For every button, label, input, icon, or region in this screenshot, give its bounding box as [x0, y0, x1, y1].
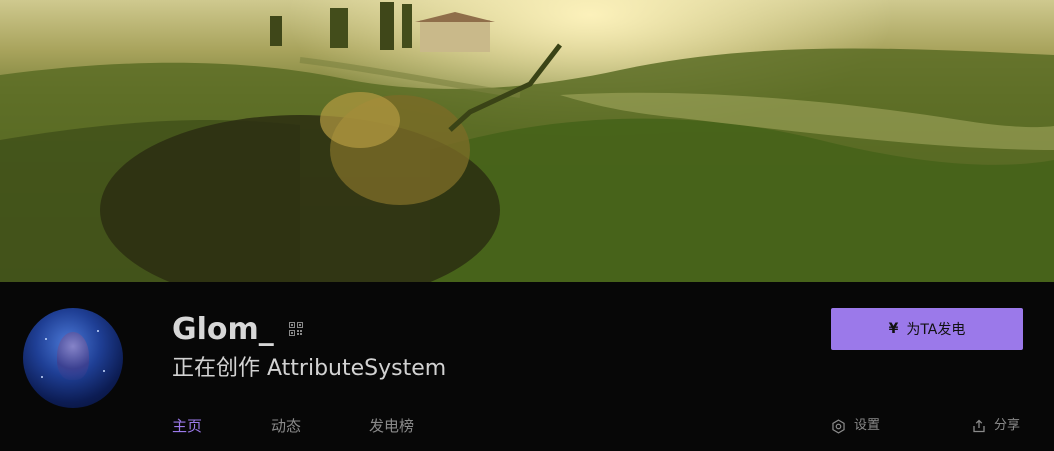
- qr-code-icon[interactable]: [289, 322, 303, 336]
- avatar[interactable]: [23, 308, 123, 408]
- share-icon: [973, 419, 985, 433]
- avatar-figure: [57, 332, 89, 380]
- avatar-sparkle: [103, 370, 105, 372]
- avatar-sparkle: [41, 376, 43, 378]
- share-button[interactable]: 分享: [972, 415, 1020, 437]
- avatar-sparkle: [97, 330, 99, 332]
- avatar-sparkle: [45, 338, 47, 340]
- profile-banner-image: [0, 0, 1054, 282]
- donate-button[interactable]: ¥ 为TA发电: [831, 308, 1023, 350]
- settings-button[interactable]: 设置: [831, 415, 880, 437]
- yen-icon: ¥: [888, 321, 899, 337]
- tab-dynamics[interactable]: 动态: [271, 414, 301, 438]
- settings-gear-icon: [832, 418, 845, 434]
- tab-donation-ranking[interactable]: 发电榜: [369, 414, 414, 438]
- share-label: 分享: [994, 418, 1021, 433]
- creating-status: 正在创作 AttributeSystem: [172, 356, 447, 381]
- profile-name: Glom_: [172, 312, 274, 347]
- banner-landscape: [0, 2, 1054, 282]
- settings-label: 设置: [854, 418, 881, 433]
- donate-button-label: 为TA发电: [906, 322, 966, 338]
- tab-home[interactable]: 主页: [172, 414, 202, 438]
